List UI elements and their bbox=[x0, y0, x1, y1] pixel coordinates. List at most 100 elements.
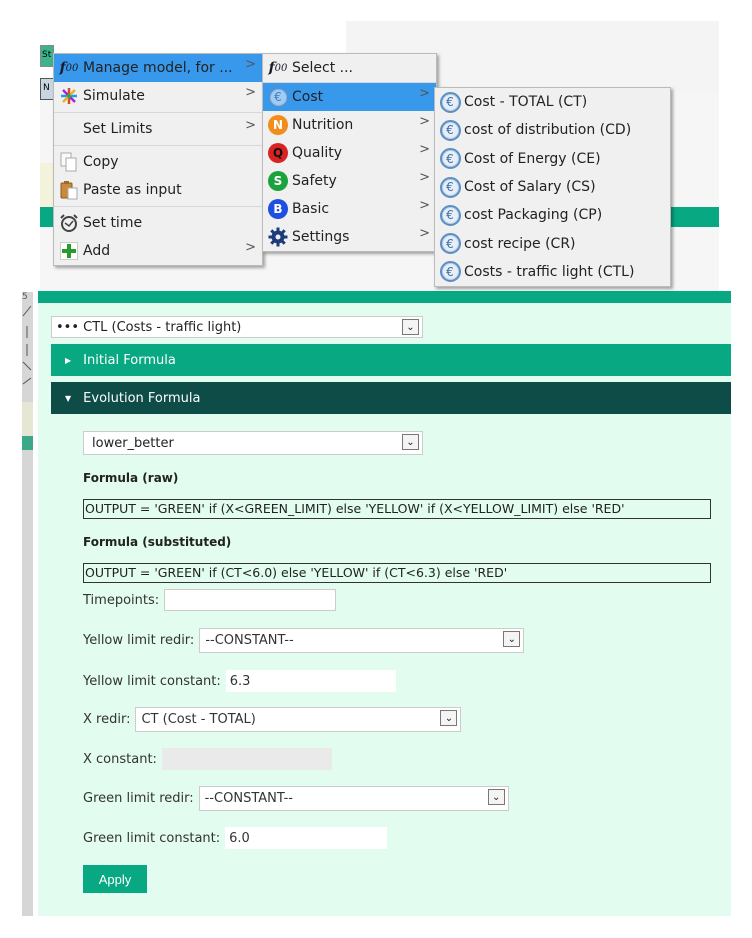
evolution-formula-label: Evolution Formula bbox=[83, 390, 201, 406]
panel-top-bar bbox=[38, 291, 731, 303]
euro-icon: € bbox=[439, 176, 461, 198]
x-redir-label: X redir: bbox=[83, 712, 131, 727]
quality-icon: Q bbox=[267, 142, 289, 164]
plus-icon bbox=[58, 240, 80, 262]
menu-item-manage-model[interactable]: f 00 Manage model, for ... > bbox=[54, 54, 262, 82]
green-limit-redir-label: Green limit redir: bbox=[83, 791, 194, 806]
initial-formula-header[interactable]: ▶ Initial Formula bbox=[51, 344, 731, 376]
x-redir-select[interactable]: CT (Cost - TOTAL) ⌄ bbox=[135, 707, 462, 732]
menu-item-label: Cost of Salary (CS) bbox=[464, 179, 596, 196]
chevron-down-icon[interactable]: ⌄ bbox=[503, 631, 521, 647]
simulate-icon bbox=[58, 85, 80, 107]
menu-item-cost-of-distribution[interactable]: € cost of distribution (CD) bbox=[435, 116, 670, 144]
evolution-formula-header[interactable]: ▼ Evolution Formula bbox=[51, 382, 731, 414]
caret-down-icon: ▼ bbox=[65, 393, 72, 403]
yellow-limit-constant-row: Yellow limit constant: 6.3 bbox=[83, 670, 396, 692]
menu-item-select[interactable]: f 00 Select ... bbox=[263, 54, 436, 82]
timepoints-label: Timepoints: bbox=[83, 592, 160, 608]
menu-item-label: Paste as input bbox=[83, 182, 182, 198]
yellow-limit-redir-select[interactable]: --CONSTANT-- ⌄ bbox=[199, 628, 525, 653]
green-limit-constant-input[interactable]: 6.0 bbox=[225, 827, 388, 849]
menu-item-safety[interactable]: S Safety > bbox=[263, 167, 436, 195]
background-node bbox=[40, 163, 54, 207]
x-constant-input[interactable] bbox=[161, 748, 332, 770]
submenu-arrow-icon: > bbox=[419, 170, 430, 185]
menu-item-cost[interactable]: € Cost > bbox=[263, 83, 436, 111]
timepoints-row: Timepoints: bbox=[83, 589, 337, 611]
yellow-limit-redir-label: Yellow limit redir: bbox=[83, 633, 195, 648]
mode-select[interactable]: lower_better ⌄ bbox=[83, 431, 423, 455]
background-node-button[interactable]: N bbox=[40, 78, 54, 100]
formula-substituted-field[interactable]: OUTPUT = 'GREEN' if (CT<6.0) else 'YELLO… bbox=[83, 563, 711, 583]
menu-item-label: Settings bbox=[292, 229, 350, 245]
apply-button[interactable]: Apply bbox=[83, 865, 147, 893]
basic-icon: B bbox=[267, 198, 289, 220]
yellow-limit-constant-label: Yellow limit constant: bbox=[83, 673, 221, 689]
green-limit-redir-value: --CONSTANT-- bbox=[204, 791, 294, 806]
variable-select[interactable]: ••• CTL (Costs - traffic light) ⌄ bbox=[51, 316, 423, 338]
nutrition-icon: N bbox=[267, 114, 289, 136]
gear-icon bbox=[267, 226, 289, 248]
menu-item-label: Manage model, for ... bbox=[83, 60, 233, 76]
menu-item-cost-total[interactable]: € Cost - TOTAL (CT) bbox=[435, 88, 670, 116]
paste-icon bbox=[58, 179, 80, 201]
ruler-tick-label: 5 bbox=[22, 292, 28, 302]
submenu-arrow-icon: > bbox=[419, 198, 430, 213]
euro-icon: € bbox=[439, 204, 461, 226]
submenu-arrow-icon: > bbox=[419, 86, 430, 101]
green-limit-redir-row: Green limit redir: --CONSTANT-- ⌄ bbox=[83, 786, 509, 811]
menu-item-cost-of-salary[interactable]: € Cost of Salary (CS) bbox=[435, 173, 670, 201]
chevron-down-icon[interactable]: ⌄ bbox=[402, 434, 419, 450]
submenu-arrow-icon: > bbox=[245, 85, 256, 100]
submenu-arrow-icon: > bbox=[245, 240, 256, 255]
left-ruler-strip: 5 bbox=[22, 292, 33, 916]
menu-item-label: Safety bbox=[292, 173, 337, 189]
menu-item-label: Quality bbox=[292, 145, 343, 161]
x-constant-label: X constant: bbox=[83, 751, 157, 767]
menu-item-set-time[interactable]: Set time bbox=[54, 209, 262, 237]
context-menu: f 00 Manage model, for ... > Simulate > S… bbox=[53, 53, 263, 266]
menu-item-label: Costs - traffic light (CTL) bbox=[464, 263, 635, 280]
chevron-down-icon[interactable]: ⌄ bbox=[440, 710, 458, 726]
menu-item-label: Cost bbox=[292, 89, 324, 105]
menu-item-label: Nutrition bbox=[292, 117, 354, 133]
chevron-down-icon[interactable]: ⌄ bbox=[402, 319, 419, 335]
menu-item-paste-as-input[interactable]: Paste as input bbox=[54, 176, 262, 204]
euro-icon: € bbox=[267, 86, 289, 108]
background-start-button[interactable]: St bbox=[40, 45, 54, 67]
menu-item-copy[interactable]: Copy bbox=[54, 148, 262, 176]
menu-item-quality[interactable]: Q Quality > bbox=[263, 139, 436, 167]
menu-item-set-limits[interactable]: Set Limits > bbox=[54, 115, 262, 143]
menu-item-basic[interactable]: B Basic > bbox=[263, 195, 436, 223]
ruler-yellow-block bbox=[22, 402, 33, 437]
formula-raw-field[interactable]: OUTPUT = 'GREEN' if (X<GREEN_LIMIT) else… bbox=[83, 499, 711, 519]
menu-separator bbox=[54, 112, 262, 113]
model-submenu: f 00 Select ... € Cost > N Nutrition > Q … bbox=[262, 53, 437, 252]
menu-item-add[interactable]: Add > bbox=[54, 237, 262, 265]
green-limit-redir-select[interactable]: --CONSTANT-- ⌄ bbox=[198, 786, 509, 811]
chevron-down-icon[interactable]: ⌄ bbox=[487, 789, 505, 805]
menu-item-cost-of-energy[interactable]: € Cost of Energy (CE) bbox=[435, 145, 670, 173]
timepoints-input[interactable] bbox=[164, 589, 337, 611]
yellow-limit-constant-input[interactable]: 6.3 bbox=[225, 670, 396, 692]
caret-right-icon: ▶ bbox=[65, 355, 72, 365]
green-limit-constant-row: Green limit constant: 6.0 bbox=[83, 827, 388, 849]
menu-item-cost-recipe[interactable]: € cost recipe (CR) bbox=[435, 229, 670, 257]
menu-item-label: Cost - TOTAL (CT) bbox=[464, 94, 588, 111]
menu-item-settings[interactable]: Settings > bbox=[263, 223, 436, 251]
menu-item-simulate[interactable]: Simulate > bbox=[54, 82, 262, 110]
menu-item-label: Simulate bbox=[83, 88, 145, 104]
menu-item-nutrition[interactable]: N Nutrition > bbox=[263, 111, 436, 139]
formula-editor-panel: ••• CTL (Costs - traffic light) ⌄ ▶ Init… bbox=[38, 291, 731, 916]
yellow-limit-redir-value: --CONSTANT-- bbox=[205, 633, 294, 648]
menu-item-label: Select ... bbox=[292, 60, 353, 76]
safety-icon: S bbox=[267, 170, 289, 192]
euro-icon: € bbox=[439, 148, 461, 170]
ruler-marks bbox=[22, 305, 32, 385]
formula-raw-label: Formula (raw) bbox=[83, 471, 179, 485]
menu-item-cost-packaging[interactable]: € cost Packaging (CP) bbox=[435, 201, 670, 229]
menu-separator bbox=[54, 206, 262, 207]
menu-item-costs-traffic-light[interactable]: € Costs - traffic light (CTL) bbox=[435, 258, 670, 286]
cost-submenu: € Cost - TOTAL (CT) € cost of distributi… bbox=[434, 87, 671, 288]
menu-item-label: cost Packaging (CP) bbox=[464, 207, 603, 224]
